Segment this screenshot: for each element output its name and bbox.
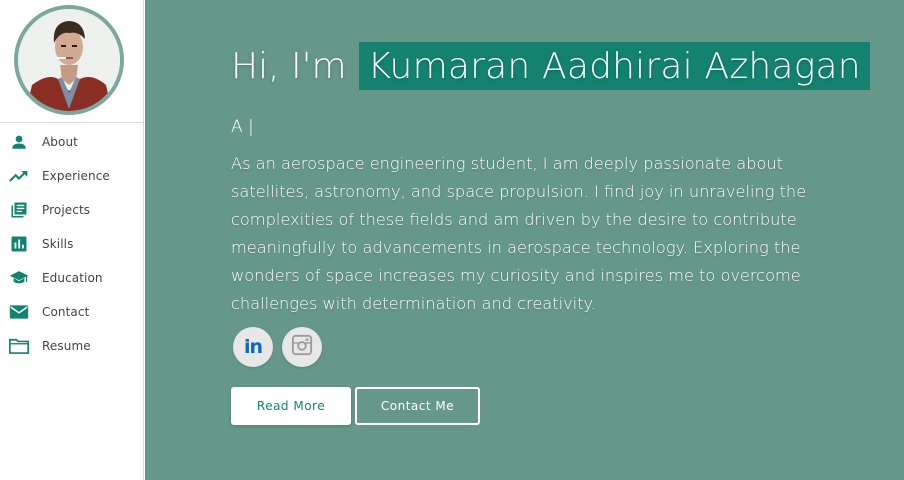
bio-paragraph: As an aerospace engineering student, I a…	[231, 154, 807, 313]
library-books-icon	[9, 200, 29, 220]
sidebar-item-about[interactable]: About	[0, 125, 144, 159]
sidebar-divider	[0, 122, 144, 123]
instagram-icon	[291, 334, 313, 360]
sidebar-item-contact[interactable]: Contact	[0, 295, 144, 329]
sidebar-item-label: Contact	[42, 305, 90, 319]
instagram-link[interactable]	[282, 327, 322, 367]
sidebar-item-label: Experience	[42, 169, 110, 183]
sidebar-item-education[interactable]: Education	[0, 261, 144, 295]
trending-up-icon	[9, 166, 29, 186]
linkedin-link[interactable]: in	[233, 327, 273, 367]
bar-chart-icon	[9, 234, 29, 254]
hero-name: Kumaran Aadhirai Azhagan	[358, 42, 870, 90]
mail-icon	[9, 302, 29, 322]
sidebar-item-projects[interactable]: Projects	[0, 193, 144, 227]
sidebar-item-label: Resume	[42, 339, 91, 353]
graduation-cap-icon	[9, 268, 29, 288]
hero-heading: Hi, I'm Kumaran Aadhirai Azhagan	[231, 42, 870, 90]
sidebar-item-experience[interactable]: Experience	[0, 159, 144, 193]
avatar[interactable]	[14, 5, 124, 115]
profile-photo	[18, 9, 120, 111]
read-more-button[interactable]: Read More	[231, 387, 351, 425]
linkedin-icon: in	[243, 336, 263, 358]
sidebar-item-label: Skills	[42, 237, 74, 251]
social-links: in	[233, 327, 322, 367]
sidebar-item-label: Education	[42, 271, 103, 285]
sidebar-item-label: About	[42, 135, 78, 149]
contact-me-button[interactable]: Contact Me	[355, 387, 480, 425]
sidebar-nav: About Experience Projects Skills Educati…	[0, 125, 144, 363]
sidebar-item-resume[interactable]: Resume	[0, 329, 144, 363]
folder-icon	[9, 336, 29, 356]
person-icon	[9, 132, 29, 152]
hero-buttons: Read More Contact Me	[231, 387, 480, 425]
hero-section: Hi, I'm Kumaran Aadhirai Azhagan A | As …	[145, 0, 904, 480]
typed-text: A |	[231, 117, 254, 137]
greeting-prefix: Hi, I'm	[231, 45, 347, 87]
sidebar-item-skills[interactable]: Skills	[0, 227, 144, 261]
sidebar-item-label: Projects	[42, 203, 91, 217]
sidebar: About Experience Projects Skills Educati…	[0, 0, 144, 480]
